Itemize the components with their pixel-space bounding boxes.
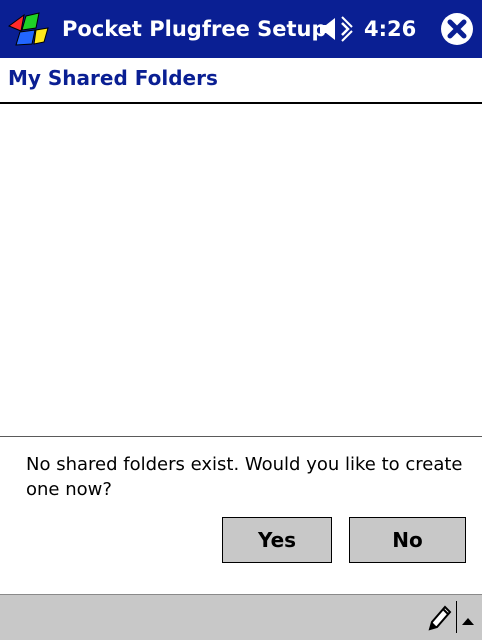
yes-button[interactable]: Yes xyxy=(222,517,332,563)
screen: Pocket Plugfree Setup 4:26 My Shared Fol… xyxy=(0,0,482,640)
separator xyxy=(456,601,457,633)
app-title: Pocket Plugfree Setup xyxy=(62,17,327,41)
windows-flag-icon xyxy=(7,12,49,46)
folder-list[interactable] xyxy=(0,104,482,436)
input-menu-button[interactable] xyxy=(461,611,475,625)
volume-button[interactable] xyxy=(318,15,358,43)
clock[interactable]: 4:26 xyxy=(364,14,416,44)
dialog-divider xyxy=(0,436,482,437)
speaker-icon xyxy=(320,16,353,42)
input-panel-button[interactable] xyxy=(426,603,454,633)
start-button[interactable] xyxy=(6,10,50,48)
title-bar: Pocket Plugfree Setup 4:26 xyxy=(0,0,482,58)
page-title: My Shared Folders xyxy=(8,66,218,90)
no-button[interactable]: No xyxy=(349,517,466,563)
dialog-message: No shared folders exist. Would you like … xyxy=(26,454,463,500)
menu-bar xyxy=(0,594,482,640)
close-icon xyxy=(441,13,473,45)
up-arrow-icon xyxy=(462,618,474,625)
pen-icon xyxy=(428,605,452,631)
close-button[interactable] xyxy=(440,12,474,46)
